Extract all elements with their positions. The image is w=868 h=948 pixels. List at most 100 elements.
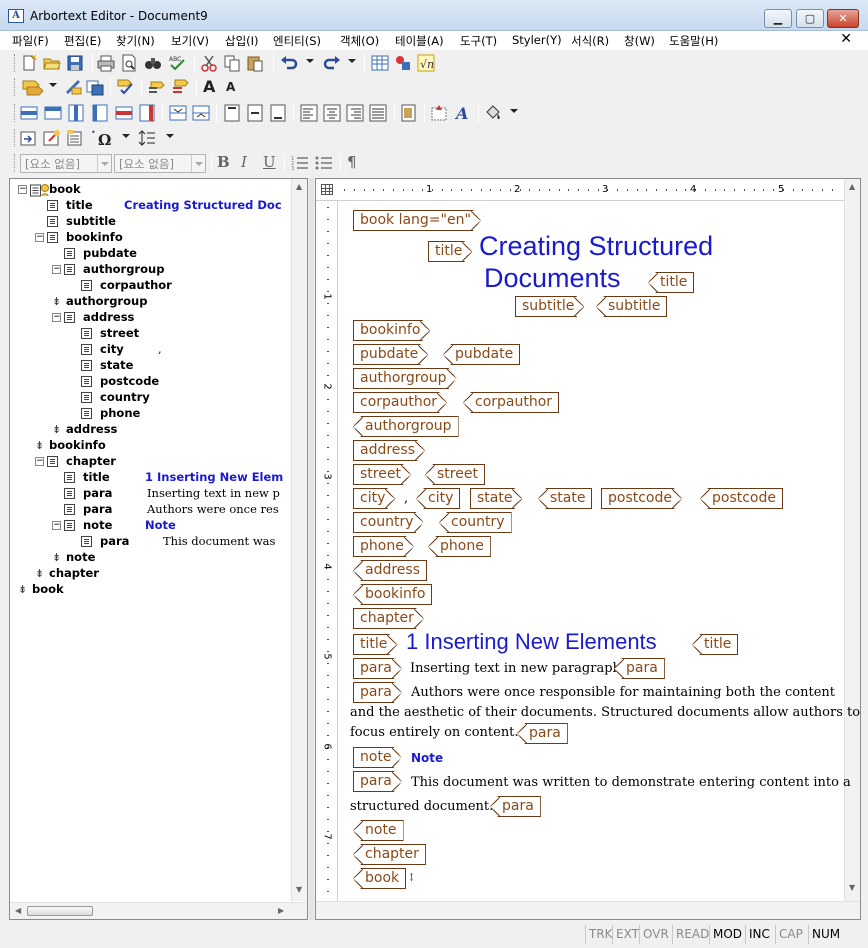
numbered-list-icon[interactable]: 123 xyxy=(291,154,309,172)
title-end-tag[interactable]: title xyxy=(648,272,695,293)
maximize-button[interactable]: ▢ xyxy=(796,9,824,28)
country-end-tag[interactable]: country xyxy=(439,512,512,533)
line-spacing-icon[interactable] xyxy=(138,129,156,147)
tree-node[interactable]: ⇟ bookinfo xyxy=(35,438,290,454)
pubdate-end-tag[interactable]: pubdate xyxy=(443,344,521,365)
font-style-icon[interactable]: A xyxy=(454,104,472,122)
spellcheck-icon[interactable]: ABC xyxy=(168,54,186,72)
subtitle-end-tag[interactable]: subtitle xyxy=(596,296,668,317)
subtitle-start-tag[interactable]: subtitle xyxy=(515,296,584,317)
special-char-dropdown-icon[interactable] xyxy=(122,134,130,138)
print-preview-icon[interactable] xyxy=(120,54,138,72)
chapter-start-tag[interactable]: chapter xyxy=(353,608,424,629)
para-3-line1[interactable]: This document was written to demonstrate… xyxy=(411,773,851,793)
valign-bottom-icon[interactable] xyxy=(269,104,287,122)
document-edit-pane[interactable]: 1 2 3 4 5 1 2 3 4 5 6 7 ▲ ▼ book lang="en" title C… xyxy=(315,178,861,920)
scroll-right-icon[interactable]: ▶ xyxy=(278,906,284,915)
table-icon[interactable] xyxy=(371,54,389,72)
menu-table[interactable]: 테이블(A) xyxy=(395,33,444,49)
modify-attributes-icon[interactable] xyxy=(86,78,104,96)
phone-start-tag[interactable]: phone xyxy=(353,536,414,557)
tree-node[interactable]: corpauthor xyxy=(69,278,290,294)
para-1-text[interactable]: Inserting text in new paragraph xyxy=(410,661,621,676)
tree-node[interactable]: subtitle xyxy=(35,214,290,230)
table-insert-row-above-icon[interactable] xyxy=(20,104,38,122)
pubdate-start-tag[interactable]: pubdate xyxy=(353,344,428,365)
scroll-down-icon[interactable]: ▼ xyxy=(296,885,302,894)
book-start-tag[interactable]: book lang="en" xyxy=(353,210,481,231)
menu-format[interactable]: 서식(R) xyxy=(571,33,609,49)
tree-node[interactable]: postcode xyxy=(69,374,290,390)
para-start-tag[interactable]: para xyxy=(353,682,402,703)
city-end-tag[interactable]: city xyxy=(416,488,461,509)
menu-view[interactable]: 보기(V) xyxy=(171,33,209,49)
table-insert-col-left-icon[interactable] xyxy=(67,104,85,122)
collapse-toggle-icon[interactable]: − xyxy=(35,457,44,466)
bookinfo-start-tag[interactable]: bookinfo xyxy=(353,320,430,341)
undo-icon[interactable] xyxy=(280,54,298,72)
align-right-icon[interactable] xyxy=(346,104,364,122)
validate-icon[interactable] xyxy=(117,78,135,96)
tree-node[interactable]: − chapter xyxy=(35,454,290,470)
insert-link-icon[interactable] xyxy=(43,129,61,147)
bulleted-list-icon[interactable] xyxy=(315,154,333,172)
element-combo-1[interactable]: [요소 없음] xyxy=(20,154,112,173)
insert-entity-ref-icon[interactable] xyxy=(66,129,84,147)
country-start-tag[interactable]: country xyxy=(353,512,424,533)
collapse-toggle-icon[interactable]: − xyxy=(52,313,61,322)
menu-tools[interactable]: 도구(T) xyxy=(460,33,497,49)
para-2-line1[interactable]: Authors were once responsible for mainta… xyxy=(411,683,835,703)
chapter-title-start-tag[interactable]: title xyxy=(353,634,397,655)
tree-node[interactable]: ⇟ book xyxy=(18,582,290,598)
state-end-tag[interactable]: state xyxy=(538,488,593,509)
tree-node[interactable]: − address xyxy=(52,310,290,326)
insert-xref-icon[interactable] xyxy=(20,129,38,147)
tree-node[interactable]: ⇟ address xyxy=(52,422,290,438)
street-start-tag[interactable]: street xyxy=(353,464,411,485)
collapse-toggle-icon[interactable]: − xyxy=(52,521,61,530)
new-document-icon[interactable] xyxy=(20,54,38,72)
table-insert-col-right-icon[interactable] xyxy=(91,104,109,122)
bookinfo-end-tag[interactable]: bookinfo xyxy=(353,584,433,605)
document-horizontal-scrollbar[interactable] xyxy=(316,901,860,919)
collapse-toggle-icon[interactable]: − xyxy=(52,265,61,274)
paste-icon[interactable] xyxy=(246,54,264,72)
cell-properties-icon[interactable] xyxy=(400,104,418,122)
note-end-tag[interactable]: note xyxy=(353,820,404,841)
toolbar-grip[interactable] xyxy=(14,54,17,72)
italic-button[interactable]: I xyxy=(241,153,247,171)
chevron-down-icon[interactable] xyxy=(97,155,111,172)
tree-node[interactable]: phone xyxy=(69,406,290,422)
menu-find[interactable]: 찾기(N) xyxy=(116,33,155,49)
menu-insert[interactable]: 삽입(I) xyxy=(225,33,259,49)
show-paragraph-marks-button[interactable]: ¶ xyxy=(347,153,357,171)
authorgroup-start-tag[interactable]: authorgroup xyxy=(353,368,457,389)
cell-shading-dropdown-icon[interactable] xyxy=(510,109,518,113)
check-completeness-icon[interactable] xyxy=(148,78,166,96)
tree-node[interactable]: − note Note xyxy=(52,518,290,534)
book-end-tag[interactable]: book xyxy=(353,868,407,889)
corpauthor-start-tag[interactable]: corpauthor xyxy=(353,392,447,413)
title-start-tag[interactable]: title xyxy=(428,241,472,262)
document-vertical-scrollbar[interactable]: ▲ ▼ xyxy=(844,179,860,901)
change-markup-icon[interactable] xyxy=(64,78,82,96)
chapter-title-text[interactable]: 1 Inserting New Elements xyxy=(406,629,657,655)
postcode-end-tag[interactable]: postcode xyxy=(700,488,783,509)
equation-icon[interactable]: √n xyxy=(417,54,435,72)
tree-node[interactable]: title 1 Inserting New Elem xyxy=(52,470,290,486)
minimize-button[interactable]: ▁ xyxy=(764,9,792,28)
tree-node[interactable]: para Authors were once res xyxy=(52,502,290,518)
tree-node[interactable]: − bookinfo xyxy=(35,230,290,246)
document-map-tree[interactable]: − book title Creating Structured Doc subtitl… xyxy=(10,179,292,901)
tree-node[interactable]: ⇟ chapter xyxy=(35,566,290,582)
table-join-cells-icon[interactable] xyxy=(169,104,187,122)
scroll-up-icon[interactable]: ▲ xyxy=(849,182,855,191)
bold-button[interactable]: B xyxy=(217,153,230,171)
insert-special-char-icon[interactable]: • Ω xyxy=(90,129,120,147)
table-insert-row-below-icon[interactable] xyxy=(44,104,62,122)
save-icon[interactable] xyxy=(66,54,84,72)
element-combo-2[interactable]: [요소 없음] xyxy=(114,154,206,173)
chapter-title-end-tag[interactable]: title xyxy=(692,634,739,655)
print-icon[interactable] xyxy=(97,54,115,72)
document-map-pane[interactable]: − book title Creating Structured Doc subtitl… xyxy=(9,178,308,920)
